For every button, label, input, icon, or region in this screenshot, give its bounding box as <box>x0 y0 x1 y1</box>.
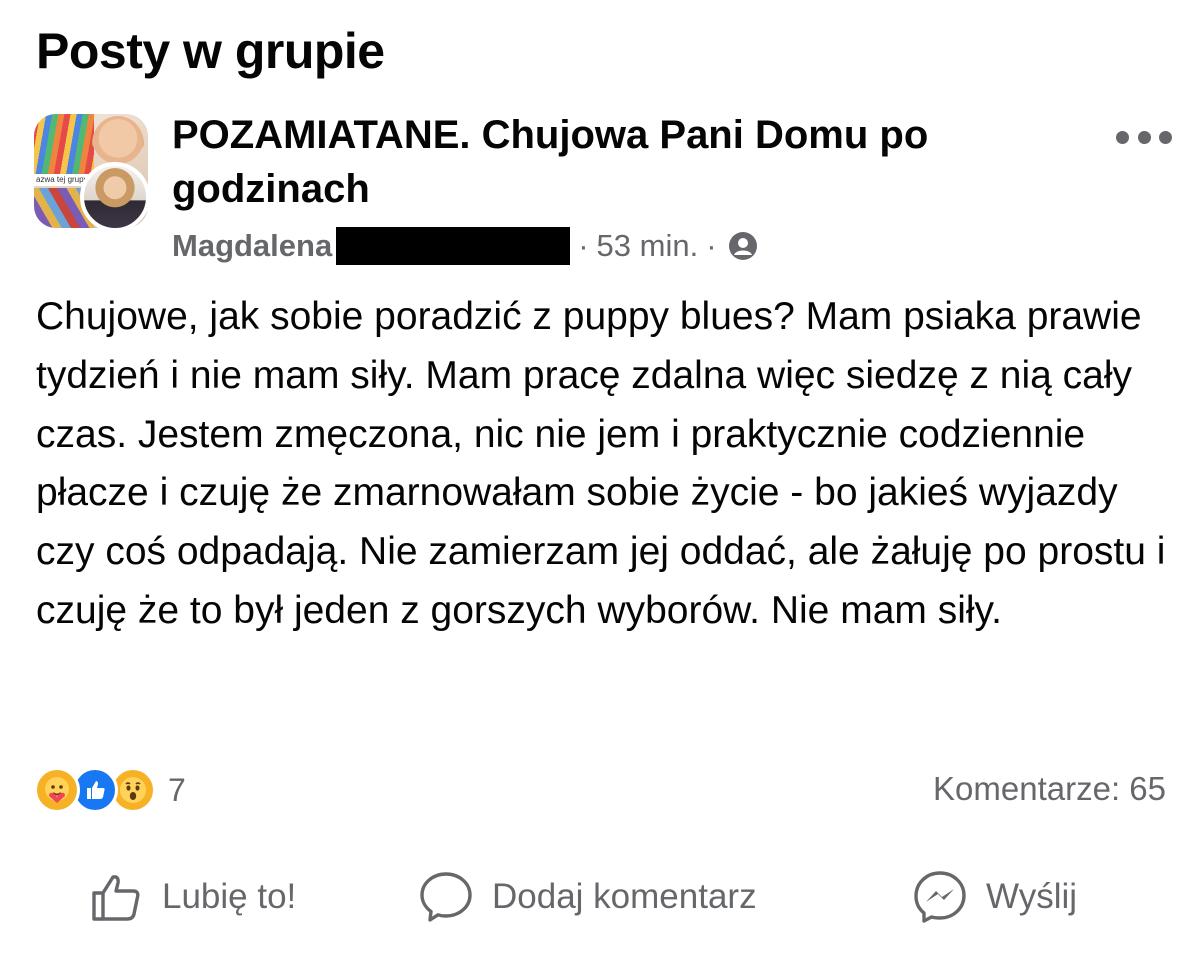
post-meta: Magdalena · 53 min. · <box>172 226 759 266</box>
section-title: Posty w grupie <box>36 23 385 79</box>
post-action-bar: Lubię to! Dodaj komentarz Wyślij <box>0 862 1200 932</box>
group-posts-page: Posty w grupie azwa tej grupy POZAMIATAN… <box>0 0 1200 955</box>
send-button[interactable]: Wyślij <box>912 862 1077 932</box>
author-avatar[interactable] <box>80 162 150 232</box>
thumbs-up-icon <box>92 875 140 921</box>
group-name-link[interactable]: POZAMIATANE. Chujowa Pani Domu po godzin… <box>172 108 1072 216</box>
meta-separator: · <box>706 228 717 263</box>
group-members-icon[interactable] <box>727 230 759 262</box>
add-comment-button[interactable]: Dodaj komentarz <box>418 862 757 932</box>
meta-separator: · <box>578 228 589 263</box>
send-button-label: Wyślij <box>986 877 1078 916</box>
add-comment-label: Dodaj komentarz <box>492 877 757 916</box>
reactions-count[interactable]: 7 <box>168 772 186 809</box>
messenger-icon <box>914 871 966 923</box>
like-button[interactable]: Lubię to! <box>88 862 296 932</box>
post-avatar-group[interactable]: azwa tej grupy <box>34 114 152 232</box>
comment-bubble-icon <box>420 872 472 922</box>
care-reaction-icon <box>34 767 80 813</box>
reactions-summary[interactable]: 7 <box>34 766 186 814</box>
redacted-surname <box>336 227 571 265</box>
post-timestamp[interactable]: 53 min. <box>597 228 699 264</box>
post-body: Chujowe, jak sobie poradzić z puppy blue… <box>36 295 1166 632</box>
author-name[interactable]: Magdalena <box>172 228 332 264</box>
comments-count-link[interactable]: Komentarze: 65 <box>933 770 1166 808</box>
like-button-label: Lubię to! <box>162 877 297 916</box>
more-options-icon[interactable] <box>1116 128 1172 146</box>
